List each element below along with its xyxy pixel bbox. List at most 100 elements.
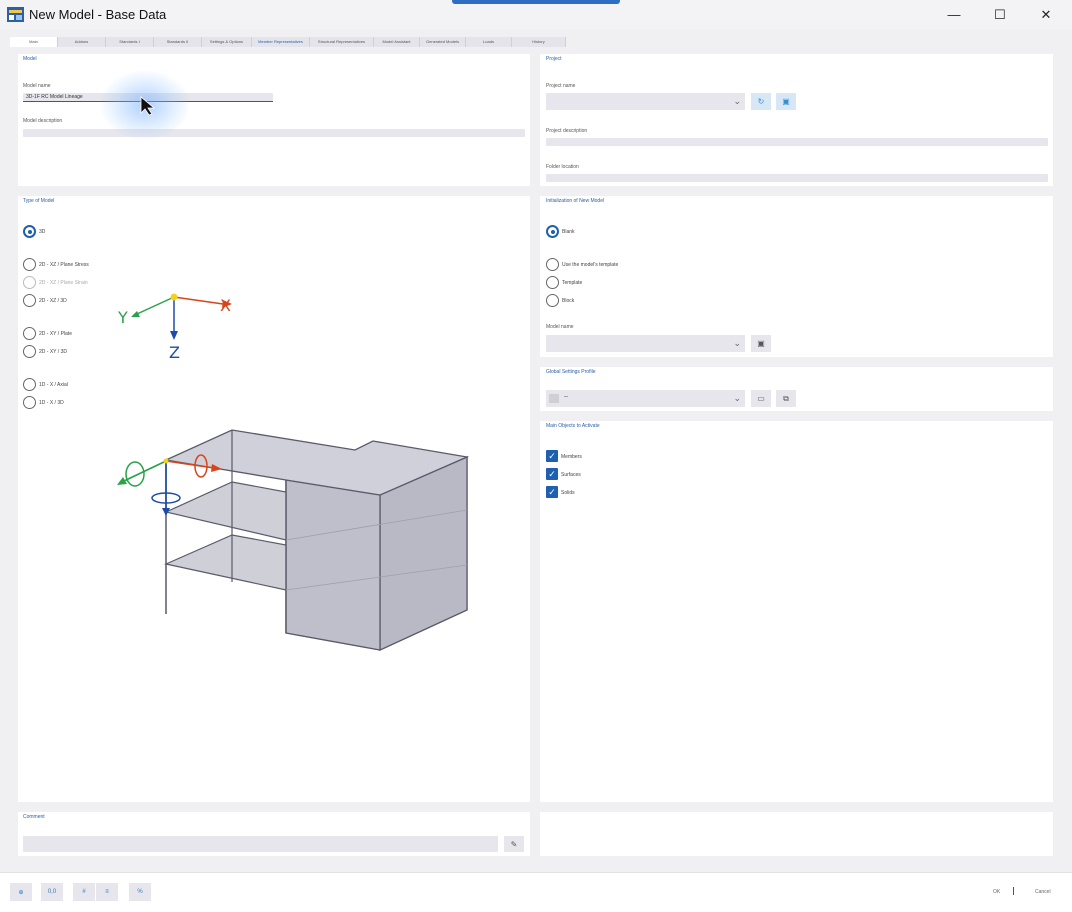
cancel-button[interactable]: Cancel: [1035, 889, 1051, 895]
minimize-button[interactable]: —: [931, 0, 977, 29]
initialization-panel: Initialization of New Model Blank Use th…: [540, 196, 1053, 357]
radio-2d-xz-plane-stress-label: 2D - XZ / Plane Stress: [39, 262, 89, 268]
app-icon: [7, 7, 24, 22]
project-name-select[interactable]: ⌄: [546, 93, 745, 110]
radio-use-template-model-label: Use the model's template: [562, 262, 619, 268]
mouse-cursor-icon: [140, 96, 156, 116]
comment-input[interactable]: [23, 836, 498, 852]
project-description-input[interactable]: [546, 138, 1048, 146]
window-title: New Model - Base Data: [29, 7, 167, 22]
radio-block-label: Block: [562, 298, 575, 304]
checkbox-surfaces-label: Surfaces: [561, 472, 581, 478]
initialization-header: Initialization of New Model: [546, 198, 605, 204]
radio-1d-x-axial-label: 1D - X / Axial: [39, 382, 68, 388]
x-axis-label: X: [220, 296, 231, 315]
radio-1d-x-3d-label: 1D - X / 3D: [39, 400, 64, 406]
radio-2d-xy-plate[interactable]: [23, 327, 36, 340]
title-accent-bar: [452, 0, 620, 4]
radio-block[interactable]: [546, 294, 559, 307]
status-bar: ⊕ 0,0 # ≡ % OK Cancel: [0, 872, 1072, 912]
radio-blank[interactable]: [546, 225, 559, 238]
edit-icon: ✎: [510, 839, 518, 849]
global-settings-panel: Global Settings Profile -- ⌄ ▭ ⧉: [540, 367, 1053, 411]
radio-1d-x-3d[interactable]: [23, 396, 36, 409]
tab-structural-representatives[interactable]: Structural Representatives: [310, 37, 374, 47]
checkbox-solids[interactable]: ✓: [546, 486, 558, 498]
tab-strip: Main Addons Standards I Standards II Set…: [10, 37, 566, 47]
numbering-button[interactable]: #: [73, 883, 95, 901]
checkbox-solids-label: Solids: [561, 490, 575, 496]
list-icon: ≡: [105, 889, 109, 895]
radio-2d-xy-3d[interactable]: [23, 345, 36, 358]
tab-generated-models[interactable]: Generated Models: [420, 37, 466, 47]
tab-settings-options[interactable]: Settings & Options: [202, 37, 252, 47]
chevron-down-icon: ⌄: [733, 338, 741, 348]
init-model-browse-button[interactable]: ▣: [751, 335, 771, 352]
tab-loads[interactable]: Loads: [466, 37, 512, 47]
project-header: Project: [546, 56, 562, 62]
checkbox-surfaces[interactable]: ✓: [546, 468, 558, 480]
global-settings-copy-button[interactable]: ⧉: [776, 390, 796, 407]
folder-location-input[interactable]: [546, 174, 1048, 182]
percent-icon: %: [137, 889, 143, 895]
global-settings-select[interactable]: -- ⌄: [546, 390, 745, 407]
tab-standards-1[interactable]: Standards I: [106, 37, 154, 47]
global-settings-edit-button[interactable]: ▭: [751, 390, 771, 407]
search-button[interactable]: ⊕: [10, 883, 32, 901]
tab-history[interactable]: History: [512, 37, 566, 47]
global-settings-header: Global Settings Profile: [546, 369, 596, 375]
model-header: Model: [23, 56, 37, 62]
tab-standards-2[interactable]: Standards II: [154, 37, 202, 47]
radio-2d-xy-plate-label: 2D - XY / Plate: [39, 331, 72, 337]
chevron-down-icon: ⌄: [733, 96, 741, 106]
radio-2d-xz-plane-stress[interactable]: [23, 258, 36, 271]
maximize-button[interactable]: ☐: [977, 0, 1023, 29]
list-button[interactable]: ≡: [96, 883, 118, 901]
chevron-down-icon: ⌄: [733, 393, 741, 403]
units-button[interactable]: 0,0: [41, 883, 63, 901]
radio-use-template-model[interactable]: [546, 258, 559, 271]
tab-main[interactable]: Main: [10, 37, 58, 47]
project-description-label: Project description: [546, 128, 588, 134]
radio-template-label: Template: [562, 280, 583, 286]
tab-model-assistant[interactable]: Model Assistant: [374, 37, 420, 47]
tab-addons[interactable]: Addons: [58, 37, 106, 47]
browse-project-button[interactable]: ▣: [776, 93, 796, 110]
model-name-label: Model name: [23, 83, 51, 89]
folder-location-label: Folder location: [546, 164, 579, 170]
button-separator: [1013, 887, 1014, 895]
main-objects-header: Main Objects to Activate: [546, 423, 600, 429]
radio-2d-xz-plane-strain-label: 2D - XZ / Plane Strain: [39, 280, 88, 286]
close-button[interactable]: ✕: [1023, 0, 1069, 29]
model-description-input[interactable]: [23, 129, 525, 137]
radio-3d[interactable]: [23, 225, 36, 238]
numbering-icon: #: [82, 889, 86, 895]
model-panel: Model Model name 3D-1F RC Model Lineage …: [18, 54, 530, 186]
comment-panel: Comment ✎: [18, 812, 530, 856]
radio-template[interactable]: [546, 276, 559, 289]
project-panel: Project Project name ⌄ ↻ ▣ Project descr…: [540, 54, 1053, 186]
comment-edit-button[interactable]: ✎: [504, 836, 524, 852]
model-description-label: Model description: [23, 118, 63, 124]
radio-2d-xz-plane-strain[interactable]: [23, 276, 36, 289]
radio-2d-xz-3d[interactable]: [23, 294, 36, 307]
browse-icon: ▣: [782, 97, 790, 106]
title-bar: New Model - Base Data — ☐ ✕: [0, 0, 1072, 29]
project-name-label: Project name: [546, 83, 576, 89]
browse-icon: ▣: [757, 339, 765, 348]
tab-member-representatives[interactable]: Member Representatives: [252, 37, 310, 47]
coordinate-axes-diagram: X Y Z: [117, 293, 232, 362]
init-model-name-select[interactable]: ⌄: [546, 335, 745, 352]
copy-icon: ⧉: [783, 393, 789, 403]
new-folder-icon: ↻: [757, 97, 765, 106]
checkbox-members-label: Members: [561, 454, 582, 460]
model-3d-illustration: [117, 429, 470, 652]
radio-1d-x-axial[interactable]: [23, 378, 36, 391]
radio-blank-label: Blank: [562, 229, 575, 235]
new-project-button[interactable]: ↻: [751, 93, 771, 110]
radio-2d-xz-3d-label: 2D - XZ / 3D: [39, 298, 67, 304]
edit-icon: ▭: [757, 394, 765, 403]
ok-button[interactable]: OK: [993, 889, 1000, 895]
checkbox-members[interactable]: ✓: [546, 450, 558, 462]
percent-button[interactable]: %: [129, 883, 151, 901]
